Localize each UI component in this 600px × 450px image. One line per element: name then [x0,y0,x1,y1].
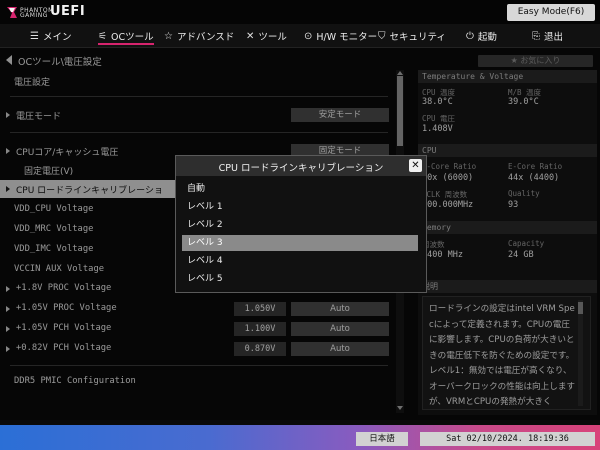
tab-advanced[interactable]: ☆ アドバンスド [164,24,234,48]
tab-main-label: メイン [42,32,72,43]
shield-icon: ⛉ [378,30,386,42]
tab-security-label: セキュリティ [389,32,446,43]
tab-security[interactable]: ⛉ セキュリティ [378,24,446,48]
oc-tweaker-icon: ⚟ [98,30,107,42]
brand-small-text: PHANTOM GAMING [20,7,54,19]
tab-main[interactable]: ☰ メイン [30,24,71,48]
star-icon: ☆ [164,30,173,42]
option-level-1[interactable]: レベル 1 [182,199,418,215]
power-icon: ⏻ [466,30,474,42]
tab-oc-tweaker-label: OCツール [110,32,154,43]
loadline-calibration-dialog: CPU ロードラインキャリブレーション ✕ 自動 レベル 1 レベル 2 レベル… [175,155,427,293]
option-auto[interactable]: 自動 [182,181,418,197]
tab-advanced-label: アドバンスド [176,32,235,43]
tab-tool[interactable]: ✕ ツール [246,24,287,48]
tab-exit[interactable]: ⎘ 退出 [532,24,563,48]
monitor-icon: ⊙ [304,30,313,42]
tab-oc-tweaker[interactable]: ⚟ OCツール [98,24,154,48]
tab-hw-monitor[interactable]: ⊙ H/W モニター [304,24,377,48]
top-bar: PHANTOM GAMING UEFI Easy Mode(F6) [0,0,600,24]
main-nav: ☰ メイン ⚟ OCツール ☆ アドバンスド ✕ ツール ⊙ H/W モニター … [0,24,600,48]
brand-uefi-text: UEFI [50,4,86,19]
option-level-4[interactable]: レベル 4 [182,253,418,269]
option-level-2[interactable]: レベル 2 [182,217,418,233]
tab-boot-label: 起動 [477,32,497,43]
menu-icon: ☰ [30,30,39,42]
tab-exit-label: 退出 [544,32,564,43]
asrock-phantom-gaming-logo: PHANTOM GAMING UEFI [6,4,86,21]
datetime-display: Sat 02/10/2024. 18:19:36 [420,432,595,446]
tab-boot[interactable]: ⏻ 起動 [466,24,497,48]
close-icon[interactable]: ✕ [409,159,422,172]
dialog-title: CPU ロードラインキャリブレーション [218,163,384,174]
option-level-3[interactable]: レベル 3 [182,235,418,251]
tab-tool-label: ツール [258,32,287,43]
wrench-icon: ✕ [246,30,255,42]
option-level-5[interactable]: レベル 5 [182,271,418,287]
language-button[interactable]: 日本語 [356,432,408,446]
tab-hw-monitor-label: H/W モニター [316,32,378,43]
exit-icon: ⎘ [532,30,540,42]
dialog-title-bar: CPU ロードラインキャリブレーション ✕ [176,156,426,176]
phantom-gaming-logo-icon [7,7,17,18]
easy-mode-button[interactable]: Easy Mode(F6) [507,4,595,21]
